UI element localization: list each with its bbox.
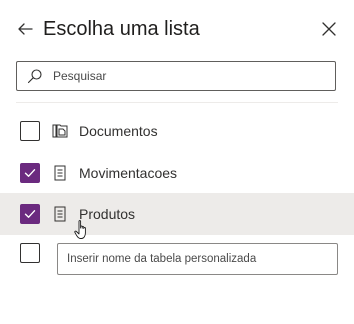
arrow-left-icon [18,23,33,35]
list-item-label: Documentos [79,123,158,139]
list-item-documentos[interactable]: Documentos [0,110,354,152]
checkbox-custom-table[interactable] [20,243,40,263]
custom-table-field[interactable] [57,243,338,275]
close-button[interactable] [318,18,340,40]
close-icon [322,22,336,36]
checkbox-movimentacoes[interactable] [20,163,40,183]
document-library-icon [52,124,68,138]
panel-title: Escolha uma lista [43,18,200,40]
custom-table-name-input[interactable] [67,244,329,274]
list-icon [54,165,66,181]
list-item-label: Produtos [79,206,136,222]
panel-header: Escolha uma lista [0,0,354,58]
checkmark-icon [24,210,36,218]
list-item-movimentacoes[interactable]: Movimentacoes [0,152,354,194]
choose-list-panel: Escolha uma lista Documentos [0,0,354,324]
search-input[interactable] [53,62,323,90]
list-icon [54,206,66,222]
list-item-label: Movimentacoes [79,165,178,181]
back-button[interactable] [14,18,36,40]
list-item-produtos[interactable]: Produtos [0,193,354,235]
checkbox-documentos[interactable] [20,121,40,141]
divider [16,102,338,103]
search-box[interactable] [16,61,336,91]
checkbox-produtos[interactable] [20,204,40,224]
search-icon [27,69,42,84]
checkmark-icon [24,169,36,177]
